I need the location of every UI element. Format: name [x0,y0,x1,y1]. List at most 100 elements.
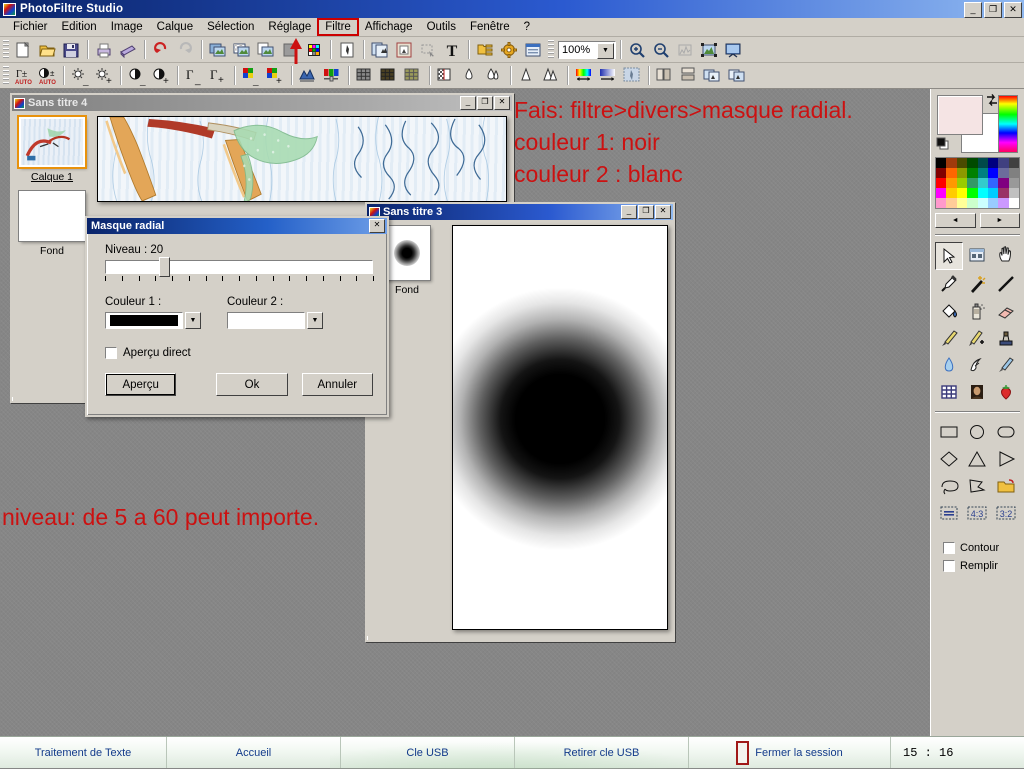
color-swatch[interactable] [936,178,947,188]
color-swatch-grid[interactable] [935,157,1020,209]
image-canvas[interactable] [97,116,507,202]
color-swatch[interactable] [956,198,968,208]
arrow-select-icon[interactable] [935,242,963,270]
color-swatch[interactable] [1008,188,1019,198]
menu-outils[interactable]: Outils [420,19,463,35]
color-swatch[interactable] [956,168,968,178]
undo-icon[interactable] [150,39,172,61]
rectangle-shape-icon[interactable] [935,419,963,445]
minimize-button[interactable]: _ [964,2,982,18]
color-swatch[interactable] [967,188,978,198]
cancel-button[interactable]: Annuler [301,373,373,396]
spray-can-icon[interactable] [964,298,992,324]
scanner-icon[interactable] [117,39,139,61]
ellipse-shape-icon[interactable] [964,419,992,445]
grid-light-icon[interactable] [402,65,424,87]
color-swatch[interactable] [1008,178,1019,188]
ratio-4-3-icon[interactable]: 4:3 [964,500,992,526]
gamma-up-icon[interactable]: Γ + [207,65,229,87]
portrait-icon[interactable] [964,379,992,405]
toolbar-grip[interactable] [3,39,9,60]
live-preview-checkbox[interactable] [105,347,117,359]
remplir-checkbox[interactable] [943,560,955,572]
water-drop-icon[interactable] [935,352,963,378]
color-swatch[interactable] [956,158,968,168]
masque-radial-dialog[interactable]: Masque radial ✕ Niveau : 20 Couleur 1 : … [85,216,389,417]
foreground-color-swatch[interactable] [937,95,983,135]
color-swatch[interactable] [1008,198,1019,208]
dialog-close-button[interactable]: ✕ [369,219,385,233]
layer-manager-icon[interactable] [474,39,496,61]
palette-next-button[interactable]: ► [979,213,1020,228]
color-swatch[interactable] [946,158,957,168]
blur-icon[interactable] [459,65,481,87]
color-swatch[interactable] [946,188,957,198]
line-tool-icon[interactable] [992,271,1020,297]
clone-brush-icon[interactable] [964,325,992,351]
chevron-down-icon[interactable]: ▼ [597,42,614,59]
color-swatch[interactable] [977,168,988,178]
crop-select-icon[interactable] [964,242,992,268]
taskbar-item-fermer-la-session[interactable]: Fermer la session [689,737,891,768]
hand-pan-icon[interactable] [992,242,1020,268]
open-shape-folder-icon[interactable] [992,473,1020,499]
sharpen-icon[interactable] [516,65,538,87]
color-swatch[interactable] [946,178,957,188]
transparency-icon[interactable] [231,39,253,61]
gradient-blue-icon[interactable] [597,65,619,87]
menu-selection[interactable]: Sélection [200,19,261,35]
new-document-icon[interactable] [12,39,34,61]
color2-dropdown-icon[interactable]: ▼ [307,312,323,329]
color-swatch[interactable] [977,178,988,188]
menu-fenetre[interactable]: Fenêtre [463,19,517,35]
color-swatch[interactable] [936,168,947,178]
close-button[interactable]: ✕ [494,96,510,110]
saturation-up-icon[interactable]: + [264,65,286,87]
color-swatch[interactable] [1008,158,1019,168]
layer-thumbnail[interactable] [19,191,85,241]
close-button[interactable]: ✕ [1004,2,1022,18]
triangle-shape-icon[interactable] [964,446,992,472]
taskbar-item-accueil[interactable]: Accueil [167,737,341,768]
zoom-combo[interactable]: 100% ▼ [558,40,616,59]
color-swatch[interactable] [987,168,999,178]
mask-icon[interactable] [621,65,643,87]
eraser-icon[interactable] [992,298,1020,324]
gamma-down-icon[interactable]: Γ _ [183,65,205,87]
flip-vertical-icon[interactable] [678,65,700,87]
contour-option[interactable]: Contour [943,542,1020,554]
maximize-button[interactable]: ❐ [638,205,654,219]
saturation-down-icon[interactable]: _ [240,65,262,87]
image-canvas[interactable] [452,225,668,630]
menu-help[interactable]: ? [517,19,537,35]
color-swatch[interactable] [987,188,999,198]
grid-pattern-icon[interactable] [935,379,963,405]
color-swatch[interactable] [998,168,1009,178]
duplicate-icon[interactable] [369,39,391,61]
taskbar-item-cle-usb[interactable]: Cle USB [341,737,515,768]
layer-label[interactable]: Fond [16,245,88,257]
strawberry-icon[interactable] [992,379,1020,405]
dialog-title-bar[interactable]: Masque radial ✕ [87,218,387,234]
window-title-bar[interactable]: Sans titre 4 _ ❐ ✕ [12,95,512,111]
paste-image-icon[interactable] [255,39,277,61]
auto-contrast-icon[interactable] [336,39,358,61]
layer-label[interactable]: Calque 1 [16,171,88,183]
sharpen-more-icon[interactable] [540,65,562,87]
menu-image[interactable]: Image [104,19,150,35]
ratio-3-2-icon[interactable]: 3:2 [992,500,1020,526]
color-swatch[interactable] [998,198,1009,208]
polygon-shape-icon[interactable] [964,473,992,499]
contrast-up-icon[interactable]: + [150,65,172,87]
blur-brush-icon[interactable] [992,352,1020,378]
copy-image-icon[interactable] [207,39,229,61]
color-swatch[interactable] [998,178,1009,188]
color-swatch[interactable] [946,198,957,208]
restore-button[interactable]: ❐ [984,2,1002,18]
color-swatch[interactable] [967,178,978,188]
taskbar-item-traitement-de-texte[interactable]: Traitement de Texte [0,737,167,768]
color-swatch[interactable] [956,178,968,188]
contour-checkbox[interactable] [943,542,955,554]
brightness-up-icon[interactable]: + [93,65,115,87]
color2-swatch[interactable] [227,312,305,329]
